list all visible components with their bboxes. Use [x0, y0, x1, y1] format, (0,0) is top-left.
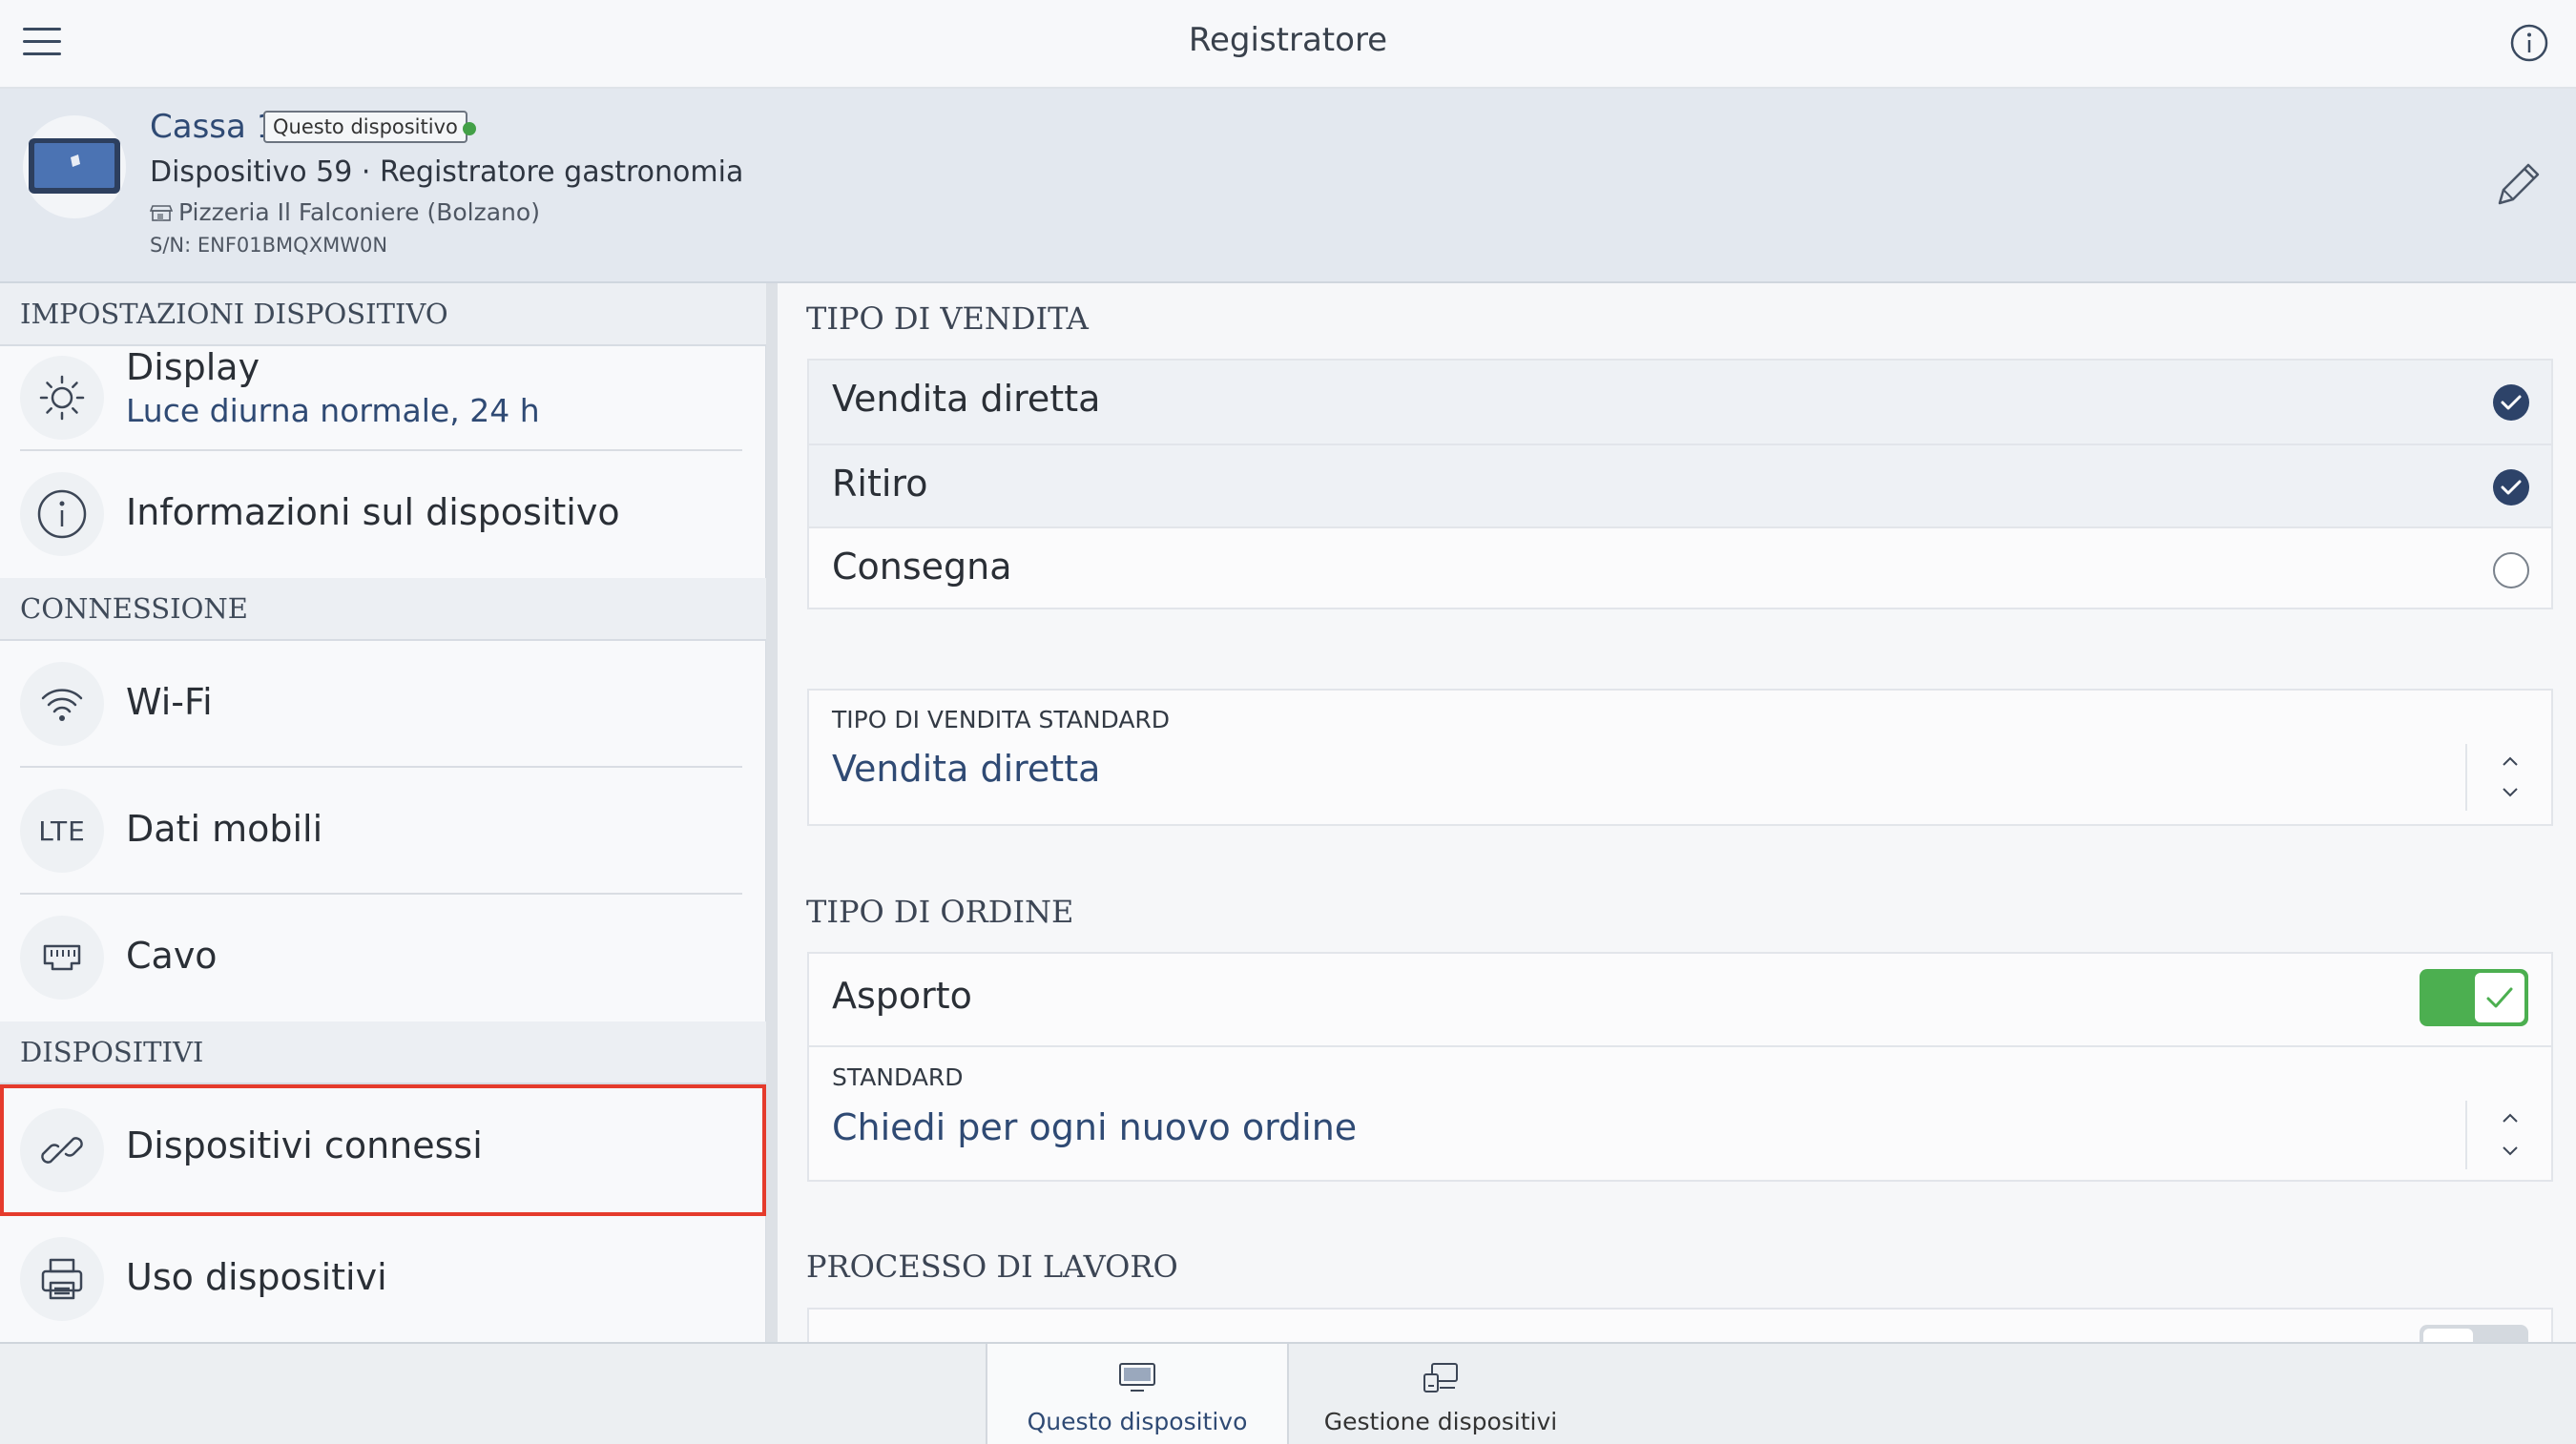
device-usage-label: Uso dispositivi: [126, 1256, 387, 1298]
tab-this-device[interactable]: Questo dispositivo: [986, 1344, 1289, 1444]
order-type-title: TIPO DI ORDINE: [806, 894, 1074, 930]
chevron-up-down-icon[interactable]: [2465, 1101, 2551, 1169]
sale-type-label: Ritiro: [832, 463, 928, 505]
top-bar: Registratore: [0, 0, 2576, 89]
location-text: Pizzeria Il Falconiere (Bolzano): [178, 198, 540, 226]
tab-label: Questo dispositivo: [1027, 1408, 1248, 1435]
empty-circle-icon: [2492, 551, 2530, 589]
display-sub: Luce diurna normale, 24 h: [126, 392, 540, 429]
tab-device-management[interactable]: Gestione dispositivi: [1289, 1344, 1592, 1444]
sale-type-label: Vendita diretta: [832, 378, 1101, 420]
sidebar-item-device-usage[interactable]: Uso dispositivi: [0, 1216, 766, 1343]
standard-label: STANDARD: [832, 1063, 964, 1091]
this-device-badge: Questo dispositivo: [263, 111, 467, 143]
section-title-devices: DISPOSITIVI: [0, 1021, 766, 1084]
sale-type-list: Vendita diretta Ritiro Consegna: [807, 359, 2553, 609]
sale-type-title: TIPO DI VENDITA: [806, 300, 1089, 337]
takeaway-toggle[interactable]: [2420, 969, 2528, 1026]
info-circle-icon: [20, 472, 104, 556]
takeaway-label: Asporto: [832, 975, 972, 1017]
standard-sale-type-value: Vendita diretta: [832, 748, 1101, 790]
settings-sidebar: IMPOSTAZIONI DISPOSITIVO Display Luce di…: [0, 283, 766, 1342]
checkmark-circle-icon: [2492, 383, 2530, 422]
device-location: Pizzeria Il Falconiere (Bolzano): [150, 198, 540, 226]
edit-pencil-icon[interactable]: [2490, 155, 2547, 213]
register-icon: [29, 138, 120, 194]
sidebar-item-wifi[interactable]: Wi-Fi: [0, 641, 766, 768]
sidebar-item-device-info[interactable]: Informazioni sul dispositivo: [0, 451, 766, 578]
standard-sale-type-select[interactable]: TIPO DI VENDITA STANDARD Vendita diretta: [807, 689, 2553, 826]
sidebar-item-cable[interactable]: Cavo: [0, 895, 766, 1021]
standard-sale-type-label: TIPO DI VENDITA STANDARD: [832, 706, 1171, 733]
connected-devices-label: Dispositivi connessi: [126, 1124, 483, 1166]
section-title-connection: CONNESSIONE: [0, 578, 766, 641]
sale-type-delivery[interactable]: Consegna: [809, 526, 2551, 609]
standard-value[interactable]: Chiedi per ogni nuovo ordine: [832, 1106, 1357, 1148]
devices-icon: [1289, 1361, 1592, 1395]
workflow-title: PROCESSO DI LAVORO: [806, 1248, 1178, 1285]
takeaway-row[interactable]: Asporto: [809, 954, 2551, 1045]
section-title-device-settings: IMPOSTAZIONI DISPOSITIVO: [0, 283, 766, 346]
checkmark-circle-icon: [2492, 468, 2530, 506]
settings-detail: TIPO DI VENDITA Vendita diretta Ritiro C…: [778, 283, 2576, 1372]
cable-label: Cavo: [126, 935, 218, 977]
device-header: Cassa 1 Questo dispositivo Dispositivo 5…: [0, 89, 2576, 283]
device-description: Dispositivo 59 · Registratore gastronomi…: [150, 155, 744, 189]
wifi-label: Wi-Fi: [126, 681, 213, 723]
sidebar-item-connected-devices[interactable]: Dispositivi connessi: [0, 1084, 766, 1216]
info-icon[interactable]: [2509, 23, 2549, 63]
online-status-dot: [463, 122, 476, 135]
mobile-data-label: Dati mobili: [126, 808, 323, 850]
lte-icon: LTE: [20, 789, 104, 873]
sidebar-item-mobile-data[interactable]: LTE Dati mobili: [0, 768, 766, 895]
wifi-icon: [20, 662, 104, 746]
order-type-card: Asporto STANDARD Chiedi per ogni nuovo o…: [807, 952, 2553, 1182]
device-name: Cassa 1: [150, 108, 278, 146]
monitor-icon: [987, 1361, 1287, 1395]
device-avatar: [23, 115, 126, 218]
sun-icon: [20, 356, 104, 440]
panel-divider: [766, 283, 778, 1342]
chevron-up-down-icon[interactable]: [2465, 744, 2551, 811]
link-icon: [20, 1108, 104, 1192]
device-info-label: Informazioni sul dispositivo: [126, 491, 620, 533]
tab-label: Gestione dispositivi: [1323, 1408, 1558, 1435]
printer-icon: [20, 1237, 104, 1321]
sale-type-label: Consegna: [832, 546, 1012, 588]
sidebar-item-display[interactable]: Display Luce diurna normale, 24 h: [0, 346, 766, 451]
ethernet-port-icon: [20, 916, 104, 1000]
device-serial: S/N: ENF01BMQXMW0N: [150, 234, 388, 257]
store-icon: [150, 205, 173, 221]
sale-type-direct[interactable]: Vendita diretta: [809, 361, 2551, 444]
sale-type-pickup[interactable]: Ritiro: [809, 444, 2551, 526]
display-label: Display: [126, 346, 260, 388]
page-title: Registratore: [1188, 21, 1388, 59]
check-icon: [2475, 973, 2524, 1022]
bottom-tab-bar: Questo dispositivo Gestione dispositivi: [0, 1342, 2576, 1444]
